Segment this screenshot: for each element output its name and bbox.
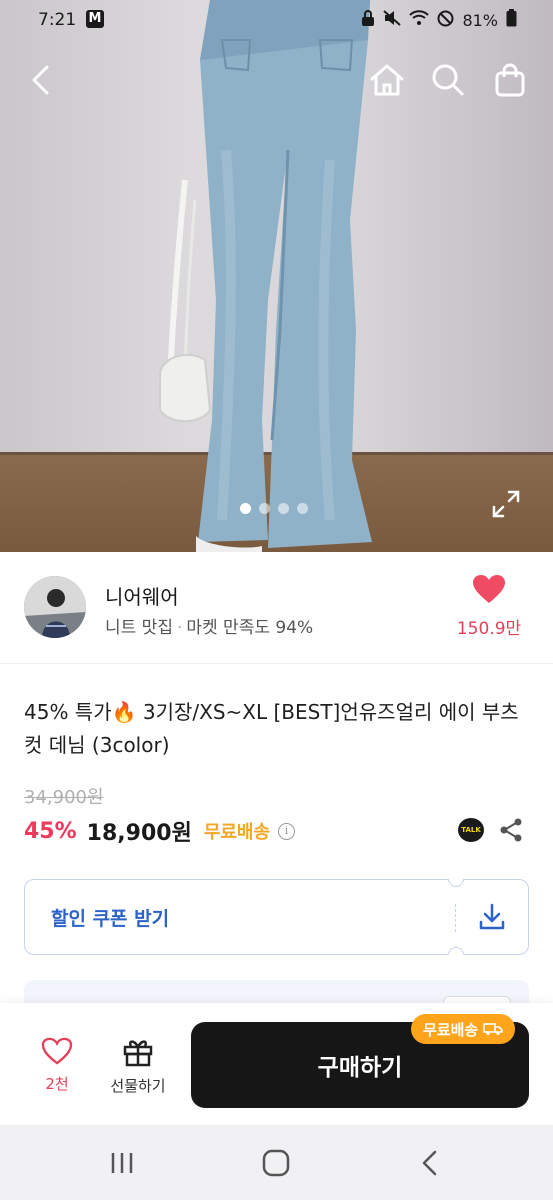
like-count: 2천 (45, 1075, 69, 1093)
product-title: 45% 특가🔥 3기장/XS~XL [BEST]언유즈얼리 에이 부츠컷 데님 … (24, 700, 519, 757)
search-icon[interactable] (424, 52, 472, 108)
sale-price: 18,900원 (86, 821, 192, 846)
expand-icon[interactable] (490, 488, 522, 520)
shopping-bag-icon[interactable] (486, 52, 534, 108)
status-bar: 7:21 M 81% (0, 0, 553, 40)
seller-favorite-button[interactable]: 150.9만 (449, 574, 529, 639)
heart-filled-icon (473, 575, 505, 603)
recent-apps-icon[interactable] (106, 1147, 138, 1179)
gallery-pagination (240, 503, 308, 514)
share-icon[interactable] (498, 817, 524, 843)
notification-m-icon: M (86, 10, 104, 28)
seller-subtitle: 니트 맛집 · 마켓 만족도 94% (105, 618, 314, 638)
info-icon[interactable]: i (278, 822, 296, 840)
status-time: 7:21 (38, 10, 77, 30)
home-button-icon[interactable] (260, 1147, 292, 1179)
back-arrow-icon[interactable] (16, 52, 64, 108)
system-navigation-bar (0, 1125, 553, 1200)
gift-button[interactable]: 선물하기 (102, 1037, 174, 1096)
gallery-dot[interactable] (297, 503, 308, 514)
seller-category: 니트 맛집 (105, 618, 173, 638)
price-row: 45% 18,900원 무료배송 i (24, 814, 296, 848)
mute-icon (383, 10, 402, 30)
gift-label: 선물하기 (110, 1077, 166, 1095)
gallery-dot[interactable] (278, 503, 289, 514)
free-shipping-badge-label: 무료배송 (423, 1020, 479, 1039)
seller-info[interactable]: 니어웨어 니트 맛집 · 마켓 만족도 94% 150.9만 (0, 552, 553, 664)
battery-icon (506, 9, 517, 31)
gallery-dot[interactable] (240, 503, 251, 514)
status-icons: 81% (361, 9, 517, 31)
truck-icon (483, 1023, 504, 1036)
product-image-gallery[interactable]: 7:21 M 81% (0, 0, 553, 552)
discount-rate: 45% (24, 818, 77, 844)
dnd-icon (437, 10, 454, 31)
home-icon[interactable] (363, 52, 411, 108)
gift-icon (123, 1040, 153, 1067)
coupon-label: 할인 쿠폰 받기 (51, 908, 170, 930)
coupon-download-button[interactable]: 할인 쿠폰 받기 (24, 867, 529, 967)
seller-favorite-count: 150.9만 (456, 619, 522, 639)
download-icon[interactable] (477, 902, 507, 932)
free-shipping-badge: 무료배송 (411, 1014, 516, 1044)
seller-name[interactable]: 니어웨어 (105, 581, 179, 610)
back-button-icon[interactable] (414, 1147, 446, 1179)
battery-percent: 81% (462, 10, 498, 30)
heart-outline-icon (41, 1037, 73, 1065)
product-page: 7:21 M 81% 니어웨어 니트 맛집 · 마켓 만족도 94% 150.9… (0, 0, 553, 1200)
lock-icon (361, 10, 375, 30)
gallery-dot[interactable] (259, 503, 270, 514)
like-button[interactable]: 2천 (24, 1037, 90, 1094)
original-price: 34,900원 (24, 787, 104, 808)
kakaotalk-share-icon[interactable]: TALK (458, 818, 484, 842)
wifi-icon (409, 10, 430, 30)
bottom-action-bar: 2천 선물하기 구매하기 무료배송 (0, 1003, 553, 1125)
free-shipping-label: 무료배송 (203, 822, 271, 843)
seller-satisfaction: 마켓 만족도 94% (186, 618, 314, 638)
top-navigation (0, 52, 553, 108)
seller-avatar[interactable] (24, 576, 86, 638)
